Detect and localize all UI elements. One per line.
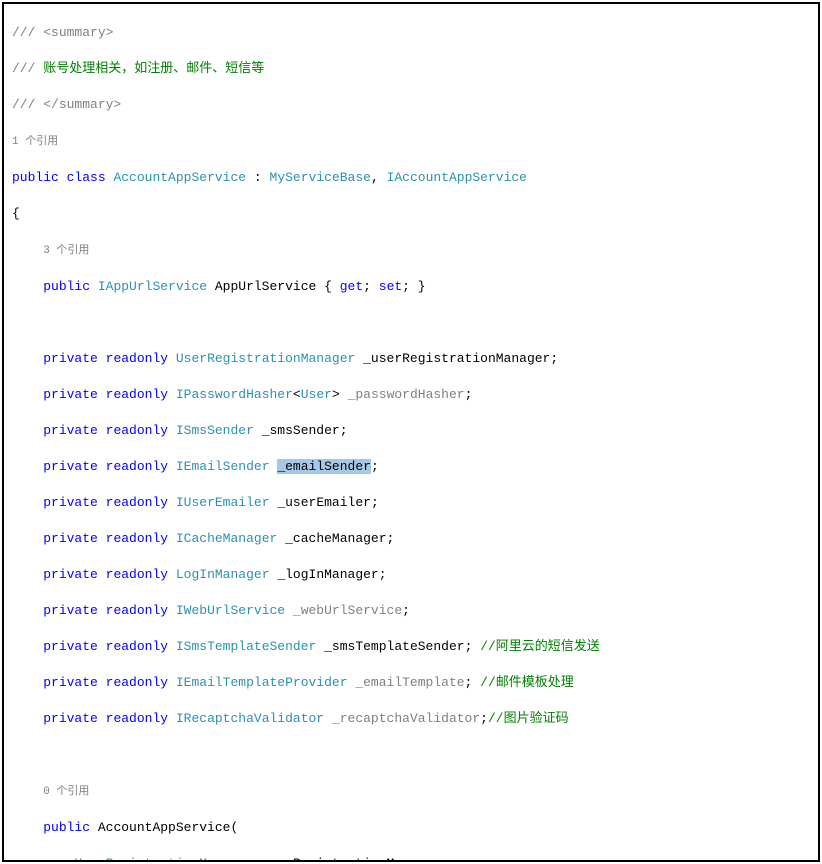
generic-type: User: [301, 387, 332, 402]
brace-open: {: [12, 206, 20, 221]
kw-class: class: [67, 170, 106, 185]
xml-doc-tag: </summary>: [43, 97, 121, 112]
prop-name: AppUrlService: [215, 279, 316, 294]
param-type: UserRegistrationManager: [74, 856, 253, 862]
kw-readonly: readonly: [106, 639, 168, 654]
kw-readonly: readonly: [106, 675, 168, 690]
code-content[interactable]: /// <summary> /// 账号处理相关，如注册、邮件、短信等 /// …: [4, 4, 818, 862]
field-name: _smsSender: [262, 423, 340, 438]
kw-public: public: [43, 820, 90, 835]
xml-doc-slash: ///: [12, 61, 43, 76]
kw-private: private: [43, 675, 98, 690]
selected-text: _emailSender: [277, 459, 371, 474]
kw-readonly: readonly: [106, 459, 168, 474]
codelens-ctor[interactable]: 0 个引用: [43, 786, 89, 798]
kw-get: get: [340, 279, 363, 294]
kw-readonly: readonly: [106, 423, 168, 438]
ctor-name: AccountAppService: [98, 820, 231, 835]
kw-private: private: [43, 351, 98, 366]
kw-public: public: [43, 279, 90, 294]
xml-doc-slash: ///: [12, 25, 43, 40]
field-type: ISmsSender: [176, 423, 254, 438]
kw-private: private: [43, 567, 98, 582]
param-name: userRegistrationManager: [262, 856, 441, 862]
field-name: _cacheManager: [285, 531, 386, 546]
codelens-class[interactable]: 1 个引用: [12, 136, 58, 148]
field-type: LogInManager: [176, 567, 270, 582]
kw-readonly: readonly: [106, 711, 168, 726]
field-type: ISmsTemplateSender: [176, 639, 316, 654]
field-name: _webUrlService: [293, 603, 402, 618]
kw-private: private: [43, 711, 98, 726]
base-type: MyServiceBase: [270, 170, 371, 185]
field-type: ICacheManager: [176, 531, 277, 546]
field-name: _smsTemplateSender: [324, 639, 464, 654]
kw-private: private: [43, 639, 98, 654]
codelens-prop[interactable]: 3 个引用: [43, 245, 89, 257]
kw-private: private: [43, 387, 98, 402]
comment: //邮件模板处理: [480, 675, 574, 690]
kw-readonly: readonly: [106, 351, 168, 366]
field-name: _userRegistrationManager: [363, 351, 550, 366]
kw-public: public: [12, 170, 59, 185]
field-name: _passwordHasher: [348, 387, 465, 402]
field-type: IRecaptchaValidator: [176, 711, 324, 726]
field-type: IWebUrlService: [176, 603, 285, 618]
kw-readonly: readonly: [106, 603, 168, 618]
comment: //阿里云的短信发送: [480, 639, 600, 654]
xml-doc-slash: ///: [12, 97, 43, 112]
field-type: IPasswordHasher: [176, 387, 293, 402]
field-type: IEmailSender: [176, 459, 270, 474]
field-name: _emailTemplate: [355, 675, 464, 690]
field-name: _recaptchaValidator: [332, 711, 480, 726]
field-type: UserRegistrationManager: [176, 351, 355, 366]
kw-private: private: [43, 495, 98, 510]
comment: //图片验证码: [488, 711, 569, 726]
class-name: AccountAppService: [113, 170, 246, 185]
base-type: IAccountAppService: [387, 170, 527, 185]
kw-set: set: [379, 279, 402, 294]
kw-readonly: readonly: [106, 567, 168, 582]
kw-private: private: [43, 603, 98, 618]
kw-readonly: readonly: [106, 531, 168, 546]
xml-doc-text: 账号处理相关，如注册、邮件、短信等: [43, 61, 264, 76]
kw-private: private: [43, 459, 98, 474]
field-type: IUserEmailer: [176, 495, 270, 510]
kw-readonly: readonly: [106, 387, 168, 402]
prop-type: IAppUrlService: [98, 279, 207, 294]
code-editor[interactable]: /// <summary> /// 账号处理相关，如注册、邮件、短信等 /// …: [2, 2, 820, 862]
field-name: _logInManager: [277, 567, 378, 582]
field-type: IEmailTemplateProvider: [176, 675, 348, 690]
kw-readonly: readonly: [106, 495, 168, 510]
field-name: _userEmailer: [277, 495, 371, 510]
kw-private: private: [43, 423, 98, 438]
kw-private: private: [43, 531, 98, 546]
xml-doc-tag: <summary>: [43, 25, 113, 40]
